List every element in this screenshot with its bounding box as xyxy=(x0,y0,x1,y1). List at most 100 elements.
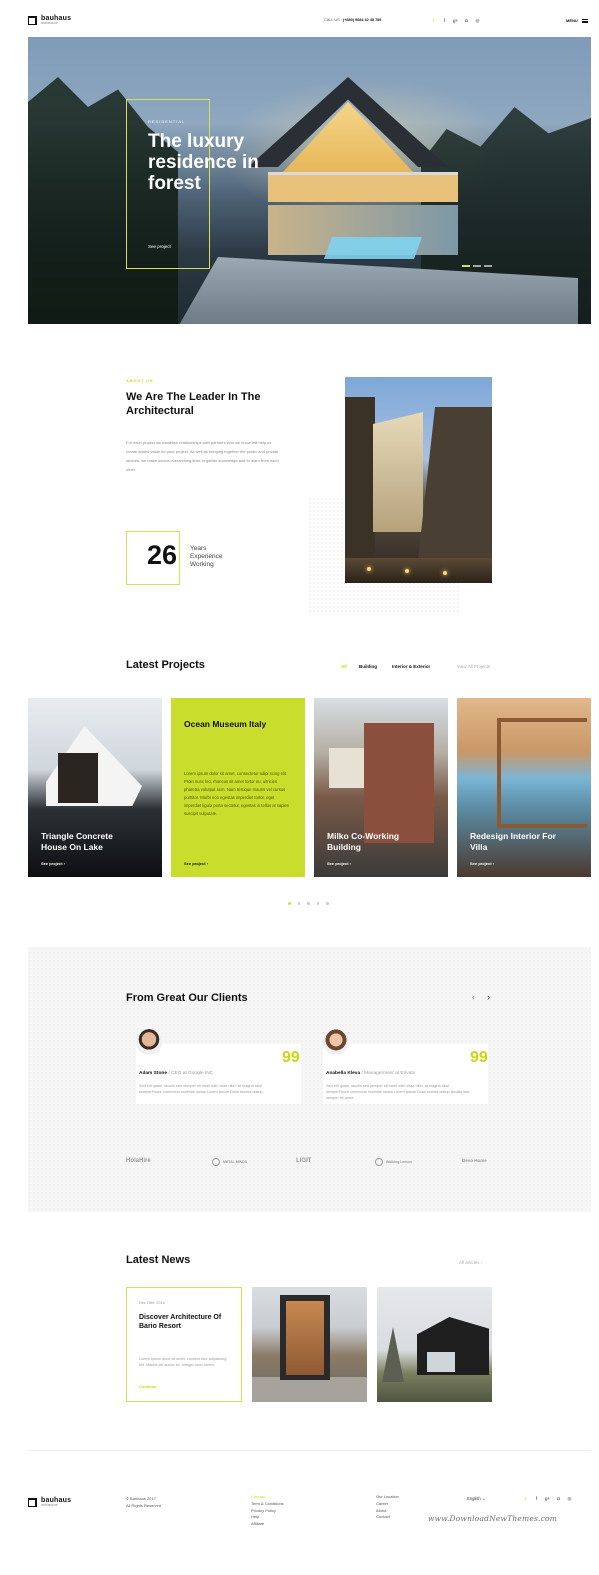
footer-socials: t f g+ ◘ ◎ xyxy=(523,1496,572,1501)
watermark-text: www.DownloadNewThemes.com xyxy=(428,1514,558,1523)
testimonial-name: Anabella Kleva / Managerment at Envato xyxy=(326,1071,416,1076)
project-title: Redesign Interior For Villa xyxy=(470,831,556,852)
footer-link[interactable]: Our Location xyxy=(376,1494,399,1501)
header-logo[interactable]: bauhaus architecture xyxy=(28,15,71,25)
menu-label: MENU xyxy=(566,18,578,23)
news-excerpt: Lorem ipsum dolor sit amet, consect etur… xyxy=(139,1357,227,1367)
prev-arrow-icon[interactable]: ‹ xyxy=(472,992,475,1002)
news-image[interactable] xyxy=(252,1287,367,1402)
project-title: Triangle Concrete House On Lake xyxy=(41,831,113,852)
projects-title: Latest Projects xyxy=(126,659,205,671)
brand-logo: Walking Lemon xyxy=(375,1158,412,1166)
years-label: Years Experience Working xyxy=(190,545,223,568)
twitter-icon[interactable]: t xyxy=(523,1496,528,1501)
news-continue-link[interactable]: Continue xyxy=(139,1384,156,1389)
facebook-icon[interactable]: f xyxy=(534,1496,539,1501)
footer-links-col-2: Our Location Career About Contact xyxy=(376,1494,399,1521)
next-arrow-icon[interactable]: › xyxy=(487,992,490,1002)
slider-dot[interactable] xyxy=(462,265,470,267)
see-project-link[interactable]: See project › xyxy=(184,861,208,866)
header-socials: t f g+ ◘ ◎ xyxy=(431,18,480,23)
footer-link[interactable]: Contact xyxy=(376,1514,399,1521)
years-number: 26 xyxy=(147,540,178,570)
footer-link[interactable]: Affiliate xyxy=(251,1521,284,1528)
twitter-icon[interactable]: t xyxy=(431,18,436,23)
quote-icon: 99 xyxy=(470,1049,488,1066)
project-card[interactable]: Redesign Interior For Villa See project … xyxy=(457,698,591,877)
call-label: CALL US xyxy=(324,18,340,22)
pagination-dot[interactable] xyxy=(288,902,291,905)
footer-link[interactable]: Career xyxy=(376,1501,399,1508)
facebook-icon[interactable]: f xyxy=(442,18,447,23)
phone-number[interactable]: (+880) 9684 32 45 789 xyxy=(343,18,382,22)
brand-icon xyxy=(212,1158,220,1166)
news-card-featured[interactable]: Dec 15th, 2016 Discover Architecture Of … xyxy=(126,1287,242,1402)
testimonials-section xyxy=(28,947,591,1212)
footer-links-col-1: Contact Term & Conditions Privacy Policy… xyxy=(251,1494,284,1528)
footer-link[interactable]: Contact xyxy=(251,1494,284,1501)
slider-dot[interactable] xyxy=(473,265,481,267)
avatar xyxy=(323,1029,349,1055)
dribbble-icon[interactable]: ◎ xyxy=(567,1496,572,1501)
slider-dot[interactable] xyxy=(484,265,492,267)
footer-divider xyxy=(28,1450,591,1451)
project-card[interactable]: Triangle Concrete House On Lake See proj… xyxy=(28,698,162,877)
see-project-link[interactable]: See project › xyxy=(327,861,351,866)
news-date: Dec 15th, 2016 xyxy=(139,1301,165,1305)
hero-banner: RESIDENTIAL The luxury residence in fore… xyxy=(28,37,591,324)
brand-logo: METAL MINDS xyxy=(212,1158,247,1166)
footer-link[interactable]: About xyxy=(376,1508,399,1515)
testimonial-text: Sed elit quam, iaculis sed semper sit am… xyxy=(139,1084,264,1095)
footer-logo[interactable]: bauhaus architecture xyxy=(28,1497,71,1507)
about-title: We Are The Leader In The Architectural xyxy=(126,391,261,417)
view-all-projects-link[interactable]: View All Projects xyxy=(457,664,490,669)
pagination-dot[interactable] xyxy=(316,902,319,905)
filter-all[interactable]: All xyxy=(341,664,347,669)
instagram-icon[interactable]: ◘ xyxy=(556,1496,561,1501)
news-headline[interactable]: Discover Architecture Of Bario Resort xyxy=(139,1313,231,1331)
hamburger-icon xyxy=(581,18,588,23)
header-call: CALL US : (+880) 9684 32 45 789 xyxy=(324,18,382,22)
project-card-featured[interactable]: Ocean Museum Italy Lorem ipsum dolor sit… xyxy=(171,698,305,877)
projects-pagination xyxy=(288,902,329,905)
project-title: Ocean Museum Italy xyxy=(184,719,267,729)
brand-logo: HolaHire xyxy=(126,1158,151,1164)
language-select[interactable]: English ⌄ xyxy=(467,1496,485,1501)
about-paragraph: For each project we establish relationsh… xyxy=(126,440,279,472)
filter-interior-exterior[interactable]: Interior & Exterior xyxy=(392,664,430,669)
google-plus-icon[interactable]: g+ xyxy=(545,1496,550,1501)
pagination-dot[interactable] xyxy=(326,902,329,905)
testimonials-title: From Great Our Clients xyxy=(126,992,248,1004)
footer-link[interactable]: Privacy Policy xyxy=(251,1508,284,1515)
pagination-dot[interactable] xyxy=(307,902,310,905)
all-articles-link[interactable]: All articles › xyxy=(459,1260,482,1265)
see-project-link[interactable]: See project › xyxy=(470,861,494,866)
hero-title: The luxury residence in forest xyxy=(148,131,259,194)
hero-pool xyxy=(323,237,423,259)
news-image[interactable] xyxy=(377,1287,492,1402)
quote-icon: 99 xyxy=(282,1049,300,1066)
project-description: Lorem ipsum dolor sit amet, consectetur … xyxy=(184,771,290,816)
avatar xyxy=(136,1029,162,1055)
google-plus-icon[interactable]: g+ xyxy=(453,18,458,23)
filter-building[interactable]: Building xyxy=(359,664,377,669)
project-title: Milko Co-Working Building xyxy=(327,831,400,852)
logo-icon xyxy=(28,1497,37,1507)
project-card[interactable]: Milko Co-Working Building See project › xyxy=(314,698,448,877)
footer-copyright: © Bauhaus 2017 All Rights Reserved xyxy=(126,1496,162,1508)
news-title: Latest News xyxy=(126,1254,191,1266)
brand-logo: Devo Home xyxy=(462,1158,487,1163)
hero-kicker: RESIDENTIAL xyxy=(148,119,186,124)
hero-see-project-link[interactable]: See project xyxy=(148,244,171,249)
footer-link[interactable]: Help xyxy=(251,1514,284,1521)
logo-icon xyxy=(28,15,37,25)
dribbble-icon[interactable]: ◎ xyxy=(475,18,480,23)
instagram-icon[interactable]: ◘ xyxy=(464,18,469,23)
pagination-dot[interactable] xyxy=(297,902,300,905)
menu-button[interactable]: MENU xyxy=(566,18,588,23)
footer-link[interactable]: Term & Conditions xyxy=(251,1501,284,1508)
about-kicker: ABOUT US xyxy=(126,378,154,383)
testimonial-name: Adam Stone / CEO at Google INC xyxy=(139,1071,214,1076)
see-project-link[interactable]: See project › xyxy=(41,861,65,866)
testimonial-text: Sed elit quam, iaculis sed semper sit am… xyxy=(326,1084,470,1101)
